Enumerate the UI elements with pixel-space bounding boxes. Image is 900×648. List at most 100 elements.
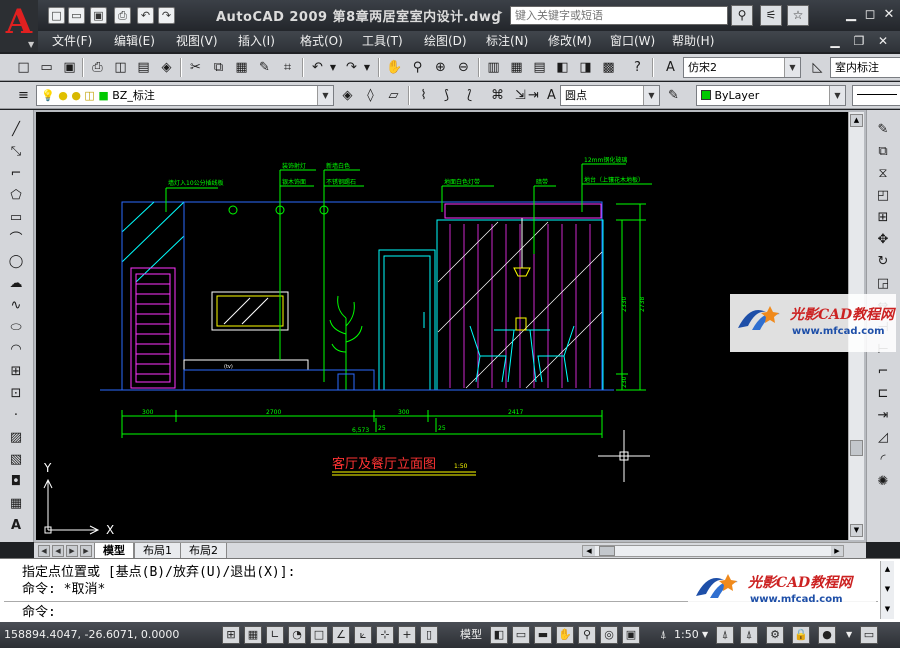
pan-icon[interactable]: ✋ [385, 58, 404, 77]
prev-tab-icon[interactable]: ◀ [52, 545, 64, 557]
open-file-icon[interactable]: ▭ [37, 58, 56, 77]
command-prompt[interactable]: 命令: [22, 604, 56, 621]
extend-tool-icon[interactable]: ⇥ [524, 86, 543, 105]
insert-block-icon[interactable]: ⊞ [6, 362, 26, 382]
doc-restore-icon[interactable]: ❐ [850, 33, 868, 50]
scroll-up-icon[interactable]: ▲ [850, 114, 863, 127]
menu-help[interactable]: 帮助(H) [672, 33, 714, 50]
menu-tools[interactable]: 工具(T) [362, 33, 403, 50]
make-current-icon[interactable]: ◈ [338, 86, 357, 105]
drawing-svg[interactable]: 墙灯入10公分插线板 装饰射灯 银木饰面 新墙白色 不锈钢踢石 地面白色灯带 暗… [36, 112, 848, 540]
ellipse-icon[interactable]: ⬭ [6, 318, 26, 338]
zoom-window-icon[interactable]: ⊕ [431, 58, 450, 77]
mtext-icon[interactable]: A [6, 516, 26, 536]
plot-icon[interactable]: ⎙ [88, 58, 107, 77]
offset-icon[interactable]: ◰ [873, 186, 893, 206]
break-object-icon[interactable]: ⊏ [873, 384, 893, 404]
quick-view-layouts-icon[interactable]: ▭ [512, 626, 530, 644]
scroll-left-icon[interactable]: ◀ [583, 546, 595, 556]
save-file-icon[interactable]: ▣ [60, 58, 79, 77]
array-icon[interactable]: ⊞ [873, 208, 893, 228]
color-select[interactable]: ByLayer ▼ [696, 85, 846, 106]
cut-icon[interactable]: ✂ [186, 58, 205, 77]
scroll-down-icon[interactable]: ▼ [850, 524, 863, 537]
menu-edit[interactable]: 编辑(E) [114, 33, 155, 50]
arc-icon[interactable]: ⌒ [6, 230, 26, 250]
maximize-icon[interactable]: ◻ [861, 6, 879, 24]
tab-layout1[interactable]: 布局1 [134, 543, 181, 559]
open-icon[interactable]: ▭ [68, 7, 85, 24]
gradient-icon[interactable]: ▧ [6, 450, 26, 470]
menu-insert[interactable]: 插入(I) [238, 33, 275, 50]
mirror-icon[interactable]: ⧖ [873, 164, 893, 184]
break-icon[interactable]: ⟅ [460, 86, 479, 105]
move-icon[interactable]: ✥ [873, 230, 893, 250]
menu-dimension[interactable]: 标注(N) [486, 33, 528, 50]
erase-icon[interactable]: ✎ [873, 120, 893, 140]
doc-minimize-icon[interactable]: ▁ [826, 33, 844, 50]
join-icon[interactable]: ⇥ [873, 406, 893, 426]
search-input[interactable] [510, 6, 728, 25]
command-scrollbar[interactable]: ▲ ▼ ▼ [880, 561, 894, 619]
3d-dwf-icon[interactable]: ◈ [157, 58, 176, 77]
copy-object-icon[interactable]: ⧉ [873, 142, 893, 162]
ortho-icon[interactable]: ∟ [266, 626, 284, 644]
chevron-down-icon[interactable]: ▼ [362, 58, 372, 77]
tab-model[interactable]: 模型 [94, 543, 134, 559]
block-editor-icon[interactable]: ⌗ [278, 58, 297, 77]
menu-format[interactable]: 格式(O) [300, 33, 343, 50]
dim-style-icon[interactable]: ◺ [808, 58, 827, 77]
scale-icon[interactable]: ◲ [873, 274, 893, 294]
rectangle-icon[interactable]: ▭ [6, 208, 26, 228]
redo-icon[interactable]: ↷ [158, 7, 175, 24]
publish-icon[interactable]: ▤ [134, 58, 153, 77]
point-style-select[interactable]: 圆点 ▼ [560, 85, 660, 106]
hscroll-thumb[interactable] [599, 546, 615, 556]
polar-icon[interactable]: ◔ [288, 626, 306, 644]
redo-tool-icon[interactable]: ↷ [342, 58, 361, 77]
match-properties-icon[interactable]: ✎ [255, 58, 274, 77]
doc-close-icon[interactable]: ✕ [874, 33, 892, 50]
break-at-point-icon[interactable]: ⌐ [873, 362, 893, 382]
layer-states-icon[interactable]: ▱ [384, 86, 403, 105]
layout-view-icon[interactable]: ◧ [490, 626, 508, 644]
text-style-icon[interactable]: A [661, 58, 680, 77]
annotation-visibility-icon[interactable]: ⍋ [716, 626, 734, 644]
menu-window[interactable]: 窗口(W) [610, 33, 655, 50]
spline-icon[interactable]: ∿ [6, 296, 26, 316]
ellipse-arc-icon[interactable]: ◠ [6, 340, 26, 360]
construction-line-icon[interactable]: ⤡ [6, 142, 26, 162]
horizontal-scrollbar[interactable]: ◀ ▶ [582, 545, 844, 557]
undo-icon[interactable]: ↶ [137, 7, 154, 24]
dim-style-select[interactable]: 室内标注 [830, 57, 900, 78]
zoom-realtime-icon[interactable]: ⚲ [408, 58, 427, 77]
sheet-set-icon[interactable]: ◧ [553, 58, 572, 77]
menu-file[interactable]: 文件(F) [52, 33, 92, 50]
circle-icon[interactable]: ◯ [6, 252, 26, 272]
save-icon[interactable]: ▣ [90, 7, 107, 24]
scroll-thumb[interactable] [850, 440, 863, 456]
design-center-icon[interactable]: ▦ [507, 58, 526, 77]
copy-icon[interactable]: ⧉ [209, 58, 228, 77]
quick-view-drawings-icon[interactable]: ▬ [534, 626, 552, 644]
layer-select[interactable]: 💡 ● ● ◫ ■ BZ_标注 ▼ [36, 85, 334, 106]
region-icon[interactable]: ◘ [6, 472, 26, 492]
chamfer-icon[interactable]: ◿ [873, 428, 893, 448]
scroll-right-icon[interactable]: ▶ [831, 546, 843, 556]
brush-icon[interactable]: ✎ [664, 86, 683, 105]
auto-scale-icon[interactable]: ⍋ [740, 626, 758, 644]
minimize-icon[interactable]: ▁ [842, 6, 860, 24]
point-icon[interactable]: · [6, 406, 26, 426]
scroll-up-icon[interactable]: ▲ [881, 563, 894, 576]
snap-icon[interactable]: ⊞ [222, 626, 240, 644]
steering-wheel-icon[interactable]: ◎ [600, 626, 618, 644]
qnew-icon[interactable]: □ [14, 58, 33, 77]
text-style-select[interactable]: 仿宋2 ▼ [683, 57, 801, 78]
edit-vertex-icon[interactable]: ⟆ [437, 86, 456, 105]
linetype-select[interactable] [852, 85, 900, 106]
calculator-icon[interactable]: ▩ [599, 58, 618, 77]
annotation-scale-icon[interactable]: ⍋ [660, 627, 667, 643]
make-block-icon[interactable]: ⊡ [6, 384, 26, 404]
dyn-icon[interactable]: ⊹ [376, 626, 394, 644]
title-caret-icon[interactable]: ▸ [498, 8, 508, 18]
